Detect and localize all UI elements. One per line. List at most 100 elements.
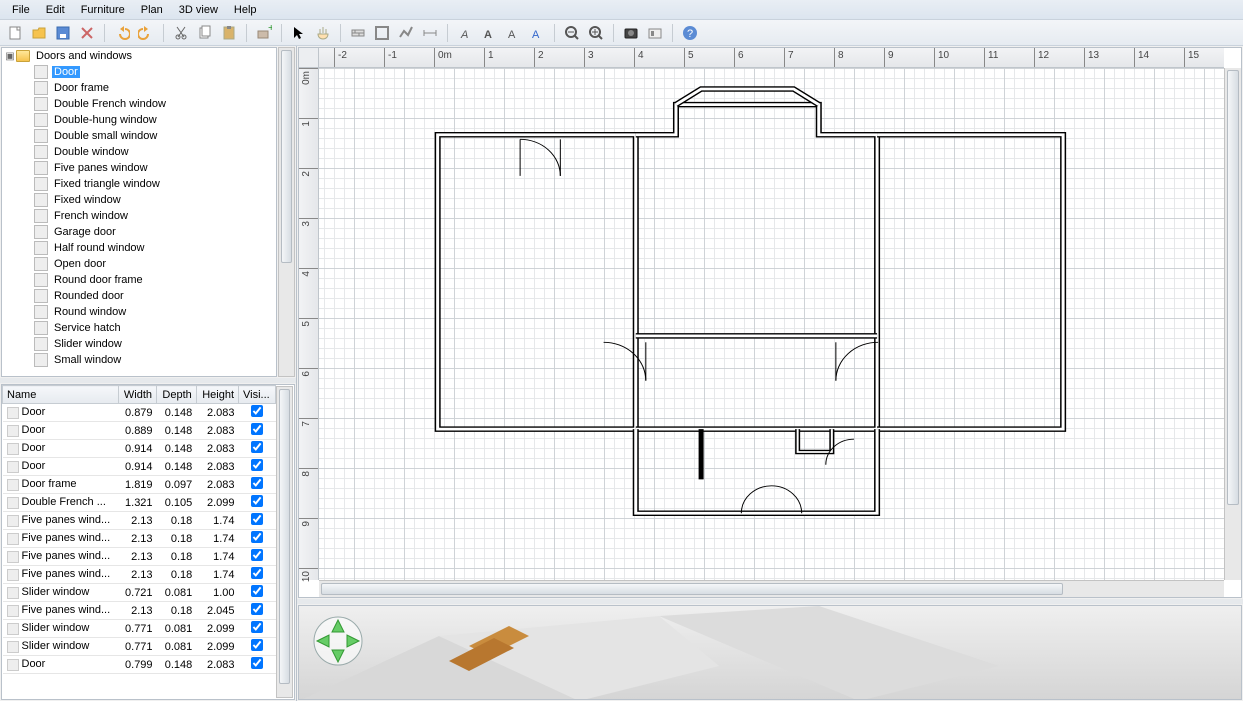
table-row[interactable]: Door0.9140.1482.083 bbox=[3, 458, 276, 476]
visible-checkbox[interactable] bbox=[251, 405, 263, 417]
preferences-icon[interactable] bbox=[78, 24, 96, 42]
menu-help[interactable]: Help bbox=[226, 2, 265, 18]
table-row[interactable]: Five panes wind...2.130.181.74 bbox=[3, 530, 276, 548]
table-row[interactable]: Slider window0.7710.0812.099 bbox=[3, 620, 276, 638]
visible-checkbox[interactable] bbox=[251, 639, 263, 651]
catalog-item-double-small-window[interactable]: Double small window bbox=[2, 128, 276, 144]
zoom-out-icon[interactable] bbox=[563, 24, 581, 42]
catalog-item-service-hatch[interactable]: Service hatch bbox=[2, 320, 276, 336]
dimension-tool-icon[interactable] bbox=[421, 24, 439, 42]
catalog-item-half-round-window[interactable]: Half round window bbox=[2, 240, 276, 256]
table-row[interactable]: Five panes wind...2.130.182.045 bbox=[3, 602, 276, 620]
visible-checkbox[interactable] bbox=[251, 657, 263, 669]
visible-checkbox[interactable] bbox=[251, 495, 263, 507]
visible-checkbox[interactable] bbox=[251, 603, 263, 615]
polyline-tool-icon[interactable] bbox=[397, 24, 415, 42]
furniture-table[interactable]: NameWidthDepthHeightVisi...Door0.8790.14… bbox=[2, 385, 276, 699]
catalog-item-double-french-window[interactable]: Double French window bbox=[2, 96, 276, 112]
menu-file[interactable]: File bbox=[4, 2, 38, 18]
catalog-item-slider-window[interactable]: Slider window bbox=[2, 336, 276, 352]
catalog-item-french-window[interactable]: French window bbox=[2, 208, 276, 224]
3d-navigation-control[interactable] bbox=[313, 616, 363, 666]
menu-plan[interactable]: Plan bbox=[133, 2, 171, 18]
wall-tool-icon[interactable] bbox=[349, 24, 367, 42]
pan-tool-icon[interactable] bbox=[314, 24, 332, 42]
text-italic-icon[interactable]: A bbox=[456, 24, 474, 42]
visible-checkbox[interactable] bbox=[251, 567, 263, 579]
text-bold-icon[interactable]: A bbox=[480, 24, 498, 42]
photo-icon[interactable] bbox=[622, 24, 640, 42]
catalog-item-door-frame[interactable]: Door frame bbox=[2, 80, 276, 96]
add-furniture-icon[interactable]: + bbox=[255, 24, 273, 42]
table-row[interactable]: Five panes wind...2.130.181.74 bbox=[3, 548, 276, 566]
table-row[interactable]: Door0.9140.1482.083 bbox=[3, 440, 276, 458]
visible-checkbox[interactable] bbox=[251, 441, 263, 453]
text-align-icon[interactable]: A bbox=[504, 24, 522, 42]
paste-icon[interactable] bbox=[220, 24, 238, 42]
column-header-visi[interactable]: Visi... bbox=[239, 386, 276, 404]
visible-checkbox[interactable] bbox=[251, 621, 263, 633]
hruler-tick: 8 bbox=[834, 48, 835, 67]
catalog-item-double-window[interactable]: Double window bbox=[2, 144, 276, 160]
catalog-item-door[interactable]: Door bbox=[2, 64, 276, 80]
column-header-depth[interactable]: Depth bbox=[157, 386, 197, 404]
video-icon[interactable] bbox=[646, 24, 664, 42]
select-tool-icon[interactable] bbox=[290, 24, 308, 42]
table-row[interactable]: Five panes wind...2.130.181.74 bbox=[3, 566, 276, 584]
column-header-width[interactable]: Width bbox=[118, 386, 156, 404]
table-row[interactable]: Slider window0.7210.0811.00 bbox=[3, 584, 276, 602]
catalog-item-small-window[interactable]: Small window bbox=[2, 352, 276, 368]
copy-icon[interactable] bbox=[196, 24, 214, 42]
table-row[interactable]: Five panes wind...2.130.181.74 bbox=[3, 512, 276, 530]
visible-checkbox[interactable] bbox=[251, 531, 263, 543]
catalog-item-garage-door[interactable]: Garage door bbox=[2, 224, 276, 240]
text-tool-icon[interactable]: A bbox=[528, 24, 546, 42]
visible-checkbox[interactable] bbox=[251, 459, 263, 471]
catalog-item-round-door-frame[interactable]: Round door frame bbox=[2, 272, 276, 288]
plan-view[interactable]: -2-10m123456789101112131415 0m1234567891… bbox=[298, 47, 1242, 598]
catalog-item-double-hung-window[interactable]: Double-hung window bbox=[2, 112, 276, 128]
furniture-catalog-tree[interactable]: ▣Doors and windowsDoorDoor frameDouble F… bbox=[1, 47, 277, 377]
furniture-table-scrollbar[interactable] bbox=[276, 386, 293, 698]
new-file-icon[interactable] bbox=[6, 24, 24, 42]
table-row[interactable]: Door frame1.8190.0972.083 bbox=[3, 476, 276, 494]
menu-furniture[interactable]: Furniture bbox=[73, 2, 133, 18]
menu-edit[interactable]: Edit bbox=[38, 2, 73, 18]
table-row[interactable]: Double French ...1.3210.1052.099 bbox=[3, 494, 276, 512]
visible-checkbox[interactable] bbox=[251, 513, 263, 525]
catalog-item-round-window[interactable]: Round window bbox=[2, 304, 276, 320]
undo-icon[interactable] bbox=[113, 24, 131, 42]
plan-horizontal-scrollbar[interactable] bbox=[319, 580, 1224, 597]
help-icon[interactable]: ? bbox=[681, 24, 699, 42]
catalog-item-open-door[interactable]: Open door bbox=[2, 256, 276, 272]
right-splitter[interactable] bbox=[297, 599, 1243, 604]
catalog-item-fixed-triangle-window[interactable]: Fixed triangle window bbox=[2, 176, 276, 192]
visible-checkbox[interactable] bbox=[251, 477, 263, 489]
redo-icon[interactable] bbox=[137, 24, 155, 42]
table-row[interactable]: Door0.7990.1482.083 bbox=[3, 656, 276, 674]
column-header-height[interactable]: Height bbox=[196, 386, 238, 404]
visible-checkbox[interactable] bbox=[251, 549, 263, 561]
catalog-item-five-panes-window[interactable]: Five panes window bbox=[2, 160, 276, 176]
catalog-category-doors-and-windows[interactable]: ▣Doors and windows bbox=[2, 48, 276, 64]
visible-checkbox[interactable] bbox=[251, 423, 263, 435]
catalog-item-fixed-window[interactable]: Fixed window bbox=[2, 192, 276, 208]
main-area: ▣Doors and windowsDoorDoor frameDouble F… bbox=[0, 46, 1243, 701]
save-icon[interactable] bbox=[54, 24, 72, 42]
3d-view[interactable] bbox=[298, 605, 1242, 700]
cut-icon[interactable] bbox=[172, 24, 190, 42]
plan-canvas[interactable]: N bbox=[319, 68, 1224, 580]
column-header-name[interactable]: Name bbox=[3, 386, 119, 404]
visible-checkbox[interactable] bbox=[251, 585, 263, 597]
left-splitter[interactable] bbox=[0, 378, 296, 383]
open-icon[interactable] bbox=[30, 24, 48, 42]
table-row[interactable]: Door0.8790.1482.083 bbox=[3, 404, 276, 422]
plan-vertical-scrollbar[interactable] bbox=[1224, 68, 1241, 580]
table-row[interactable]: Door0.8890.1482.083 bbox=[3, 422, 276, 440]
menu-3d-view[interactable]: 3D view bbox=[171, 2, 226, 18]
table-row[interactable]: Slider window0.7710.0812.099 bbox=[3, 638, 276, 656]
catalog-item-rounded-door[interactable]: Rounded door bbox=[2, 288, 276, 304]
zoom-in-icon[interactable] bbox=[587, 24, 605, 42]
catalog-scrollbar[interactable] bbox=[278, 47, 295, 377]
room-tool-icon[interactable] bbox=[373, 24, 391, 42]
